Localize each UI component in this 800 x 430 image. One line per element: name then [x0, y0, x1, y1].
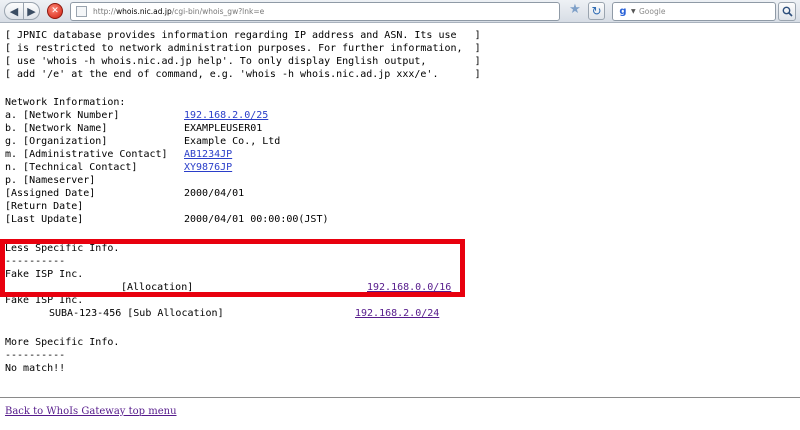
organization-value: Example Co., Ltd	[184, 136, 281, 147]
search-box[interactable]: g ▼ Google	[612, 2, 776, 21]
stop-icon: ✕	[51, 6, 59, 16]
admin-contact-link[interactable]: AB1234JP	[184, 148, 232, 161]
tech-contact-link[interactable]: XY9876JP	[184, 161, 232, 174]
network-number-link[interactable]: 192.168.2.0/25	[184, 109, 268, 122]
back-to-gateway-link[interactable]: Back to WhoIs Gateway top menu	[5, 406, 177, 417]
notice-line: [ is restricted to network administratio…	[5, 43, 481, 54]
bookmark-star-icon[interactable]: ★	[568, 3, 582, 17]
stop-button[interactable]: ✕	[47, 3, 63, 19]
address-text[interactable]: http://whois.nic.ad.jp/cgi-bin/whois_gw?…	[93, 5, 264, 18]
network-name-value: EXAMPLEUSER01	[184, 123, 263, 134]
browser-toolbar: ◀ ▶ ✕ http://whois.nic.ad.jp/cgi-bin/who…	[0, 0, 800, 23]
more-specific-heading: More Specific Info.	[5, 337, 120, 348]
search-input[interactable]: Google	[639, 5, 665, 18]
reload-button[interactable]: ↻	[588, 2, 605, 20]
field-label: n. [Technical Contact]	[5, 162, 138, 173]
google-icon[interactable]: g	[617, 6, 629, 18]
last-update-value: 2000/04/01 00:00:00(JST)	[184, 214, 329, 225]
field-label: p. [Nameserver]	[5, 175, 96, 186]
sub-allocation-network-link[interactable]: 192.168.2.0/24	[355, 307, 439, 320]
field-label: [Return Date]	[5, 201, 84, 212]
no-match-text: No match!!	[5, 363, 66, 374]
reload-icon: ↻	[591, 4, 602, 18]
sub-allocation-type: SUBA-123-456 [Sub Allocation]	[49, 308, 224, 319]
field-label: m. [Administrative Contact]	[5, 149, 168, 160]
field-label: a. [Network Number]	[5, 110, 120, 121]
arrow-right-icon: ▶	[27, 4, 36, 18]
magnifier-icon	[782, 6, 793, 17]
notice-line: [ add '/e' at the end of command, e.g. '…	[5, 69, 481, 80]
address-bar[interactable]: http://whois.nic.ad.jp/cgi-bin/whois_gw?…	[70, 2, 633, 21]
highlight-box	[0, 239, 465, 297]
back-button[interactable]: ◀	[4, 2, 24, 20]
field-label: [Last Update]	[5, 214, 84, 225]
search-button[interactable]	[778, 2, 796, 21]
field-label: [Assigned Date]	[5, 188, 96, 199]
network-heading: Network Information:	[5, 97, 126, 108]
field-label: b. [Network Name]	[5, 123, 108, 134]
arrow-left-icon: ◀	[9, 4, 19, 18]
separator-line	[0, 397, 800, 398]
notice-line: [ JPNIC database provides information re…	[5, 30, 481, 41]
notice-line: [ use 'whois -h whois.nic.ad.jp help'. T…	[5, 56, 481, 67]
search-engine-dropdown-icon[interactable]: ▼	[631, 6, 636, 18]
forward-button[interactable]: ▶	[23, 2, 40, 20]
page-favicon-icon	[76, 6, 87, 17]
assigned-date-value: 2000/04/01	[184, 188, 245, 199]
field-label: g. [Organization]	[5, 136, 108, 147]
divider: ----------	[5, 350, 66, 361]
